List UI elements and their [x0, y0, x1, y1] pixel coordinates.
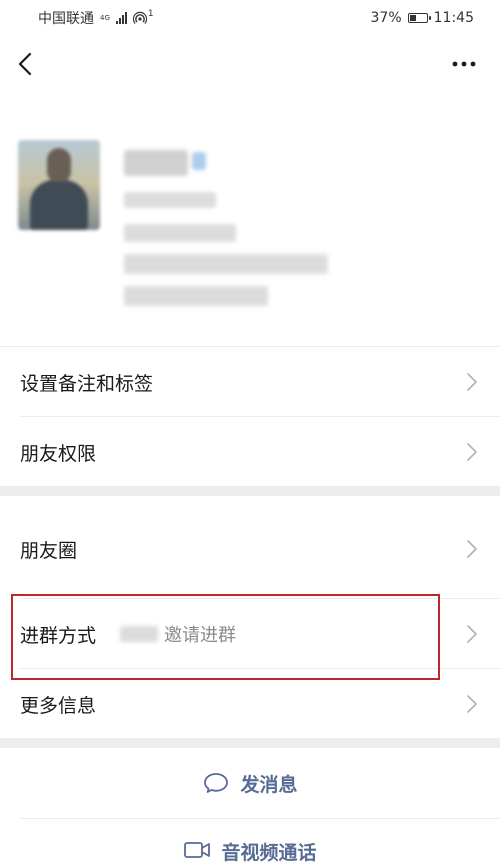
blurred-wechat-id: [124, 254, 328, 274]
divider: [20, 668, 500, 669]
divider: [0, 346, 500, 347]
blurred-region: [124, 286, 268, 306]
send-message-button[interactable]: 发消息: [0, 748, 500, 818]
menu-item-more-info[interactable]: 更多信息: [0, 670, 500, 738]
hotspot-count: 1: [147, 9, 154, 19]
chevron-right-icon: [467, 625, 477, 643]
network-type: 4G: [100, 13, 110, 22]
blurred-remark: [124, 192, 216, 208]
blurred-inviter: [120, 626, 159, 642]
more-dots-icon[interactable]: [450, 54, 478, 74]
menu-item-moments[interactable]: 朋友圈: [0, 515, 500, 583]
chevron-right-icon: [467, 443, 477, 461]
menu-item-remark-tags[interactable]: 设置备注和标签: [0, 348, 500, 416]
status-left: 中国联通 4G 1: [38, 8, 154, 28]
profile-header: [0, 120, 500, 346]
menu-item-permissions[interactable]: 朋友权限: [0, 418, 500, 486]
menu-item-label: 设置备注和标签: [20, 372, 154, 395]
nav-bar: [0, 36, 500, 92]
signal-icon: [115, 12, 127, 24]
chevron-right-icon: [467, 695, 477, 713]
status-bar: 中国联通 4G 1 37% 11:45: [0, 0, 500, 36]
battery-percent: 37%: [370, 10, 402, 26]
video-call-button[interactable]: 音视频通话: [0, 820, 500, 865]
battery-fill: [409, 15, 417, 21]
blurred-nickname: [124, 150, 188, 176]
avatar[interactable]: [18, 140, 100, 230]
send-message-label: 发消息: [240, 773, 298, 796]
profile-page: 中国联通 4G 1 37% 11:45 设置备注和标签 朋友权限 朋友圈 进群方…: [0, 0, 500, 865]
hotspot-icon: [132, 11, 147, 24]
section-gap: [0, 738, 500, 748]
menu-item-label: 进群方式: [20, 624, 97, 647]
join-method-value: 邀请进群: [164, 625, 237, 646]
battery-icon: [407, 13, 431, 23]
chat-bubble-icon: [204, 773, 229, 793]
gender-badge: [192, 152, 206, 170]
chevron-right-icon: [467, 540, 477, 558]
menu-item-join-method[interactable]: 进群方式 邀请进群: [0, 600, 500, 668]
menu-item-label: 朋友圈: [20, 539, 78, 562]
menu-item-label: 更多信息: [20, 694, 97, 717]
carrier-name: 中国联通: [38, 11, 94, 27]
divider: [20, 818, 500, 819]
divider: [20, 598, 500, 599]
video-camera-icon: [184, 842, 211, 858]
section-gap: [0, 486, 500, 496]
clock-time: 11:45: [433, 10, 474, 26]
divider: [20, 416, 500, 417]
chevron-right-icon: [467, 373, 477, 391]
status-right: 37% 11:45: [371, 10, 474, 26]
video-call-label: 音视频通话: [221, 842, 317, 864]
chevron-left-icon[interactable]: [14, 48, 38, 80]
blurred-nickname-detail: [124, 224, 236, 242]
menu-item-label: 朋友权限: [20, 442, 97, 465]
